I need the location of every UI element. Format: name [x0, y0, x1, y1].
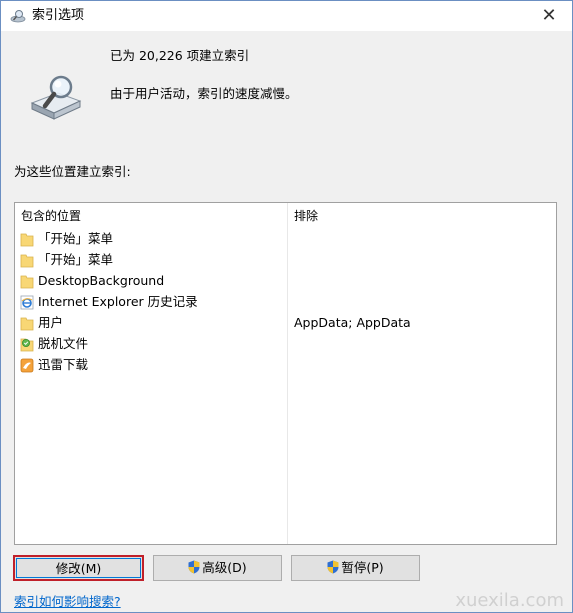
modify-button-label: 修改(M)	[55, 561, 102, 576]
location-label: DesktopBackground	[38, 273, 165, 288]
offline-files-icon	[20, 338, 34, 352]
list-item[interactable]: 脱机文件	[15, 333, 556, 354]
locations-section-label: 为这些位置建立索引:	[14, 164, 131, 179]
ie-icon	[20, 295, 34, 310]
location-label: 用户	[38, 315, 64, 330]
list-item[interactable]: 迅雷下载	[15, 354, 556, 375]
folder-icon	[20, 317, 34, 331]
header-included-locations[interactable]: 包含的位置	[21, 209, 81, 224]
list-item[interactable]: 「开始」菜单	[15, 228, 556, 249]
pause-button[interactable]: 暂停(P)	[291, 555, 420, 581]
close-button[interactable]: ✕	[526, 1, 572, 31]
indexing-app-icon	[10, 10, 26, 23]
list-item[interactable]: DesktopBackground	[15, 270, 556, 291]
watermark: xuexila.com	[455, 590, 564, 611]
indexing-drive-icon	[30, 75, 82, 120]
window-title: 索引选项	[32, 8, 85, 23]
indexed-count-text: 已为 20,226 项建立索引	[110, 48, 250, 63]
uac-shield-icon	[188, 560, 200, 574]
exclusion-label: AppData; AppData	[294, 315, 411, 330]
location-label: Internet Explorer 历史记录	[38, 294, 198, 309]
folder-icon	[20, 275, 34, 289]
help-link[interactable]: 索引如何影响搜索?	[14, 594, 121, 609]
folder-icon	[20, 254, 34, 268]
thunder-icon	[20, 358, 34, 373]
indexing-options-window: 索引选项 ✕ 已为 20,226 项建立索引 由于用户活动，索引的速度减慢。 为…	[0, 0, 573, 613]
advanced-button[interactable]: 高级(D)	[153, 555, 282, 581]
location-label: 「开始」菜单	[38, 231, 114, 246]
pause-button-label: 暂停(P)	[341, 560, 384, 575]
folder-icon	[20, 233, 34, 247]
indexing-status-text: 由于用户活动，索引的速度减慢。	[110, 86, 298, 101]
list-item[interactable]: 用户 AppData; AppData	[15, 312, 556, 333]
location-label: 「开始」菜单	[38, 252, 114, 267]
title-bar[interactable]: 索引选项 ✕	[1, 1, 572, 31]
list-item[interactable]: 「开始」菜单	[15, 249, 556, 270]
advanced-button-label: 高级(D)	[202, 560, 247, 575]
modify-button[interactable]: 修改(M)	[13, 555, 144, 581]
uac-shield-icon	[327, 560, 339, 574]
header-excluded[interactable]: 排除	[294, 209, 318, 224]
indexed-locations-list[interactable]: 包含的位置 排除 「开始」菜单 「开始」菜单 DesktopBackground	[14, 202, 557, 545]
close-icon: ✕	[541, 5, 557, 26]
location-label: 迅雷下载	[38, 357, 89, 372]
location-label: 脱机文件	[38, 336, 89, 351]
list-item[interactable]: Internet Explorer 历史记录	[15, 291, 556, 312]
